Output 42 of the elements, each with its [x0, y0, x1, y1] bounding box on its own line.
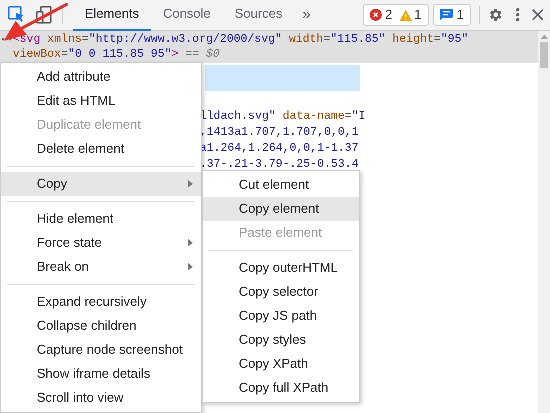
- inspect-icon[interactable]: [8, 6, 26, 24]
- close-icon[interactable]: [532, 9, 544, 21]
- context-menu-item[interactable]: Force state: [1, 231, 201, 255]
- context-menu-item[interactable]: Delete element: [1, 137, 201, 161]
- submenu-item[interactable]: Copy full XPath: [203, 376, 359, 400]
- more-tabs-button[interactable]: »: [294, 4, 319, 26]
- error-icon: [370, 9, 382, 21]
- submenu-item[interactable]: Cut element: [203, 173, 359, 197]
- submenu-item[interactable]: Copy XPath: [203, 352, 359, 376]
- context-menu-item[interactable]: Capture node screenshot: [1, 338, 201, 362]
- panel-tab[interactable]: Console: [151, 0, 223, 30]
- code-line: ,1413a1.707,1.707,0,0,1: [200, 126, 359, 139]
- settings-icon[interactable]: [488, 7, 504, 23]
- more-options-icon[interactable]: [516, 8, 520, 22]
- context-menu-item[interactable]: Scroll into view: [1, 386, 201, 410]
- context-menu-item[interactable]: Add attribute: [1, 65, 201, 89]
- code-line: a1.264,1.264,0,0,1-1.37: [200, 142, 359, 155]
- panel-tab[interactable]: Sources: [222, 0, 295, 30]
- context-menu-item[interactable]: Hide element: [1, 207, 201, 231]
- context-menu-item[interactable]: Collapse children: [1, 314, 201, 338]
- submenu-item[interactable]: Copy outerHTML: [203, 256, 359, 280]
- context-menu-item[interactable]: Edit as HTML: [1, 89, 201, 113]
- submenu-arrow-icon: [188, 239, 193, 247]
- context-menu-item[interactable]: Copy: [1, 172, 201, 196]
- warning-icon: [400, 10, 412, 20]
- submenu-item[interactable]: Copy selector: [203, 280, 359, 304]
- context-menu-item[interactable]: Break on: [1, 255, 201, 279]
- issues-counter[interactable]: 2 1: [363, 4, 429, 26]
- submenu-item[interactable]: Copy styles: [203, 328, 359, 352]
- device-toolbar-icon[interactable]: [36, 6, 52, 24]
- context-menu-item[interactable]: Show iframe details: [1, 362, 201, 386]
- code-line: lldach.svg" data-name="I: [200, 110, 366, 123]
- submenu-arrow-icon: [188, 263, 193, 271]
- scrollbar-thumb[interactable]: [540, 42, 548, 68]
- messages-counter[interactable]: 1: [432, 4, 471, 26]
- message-icon: [440, 9, 453, 21]
- submenu-item[interactable]: Copy element: [203, 197, 359, 221]
- submenu-arrow-icon: [188, 180, 193, 188]
- context-menu-item[interactable]: Expand recursively: [1, 290, 201, 314]
- submenu-item[interactable]: Copy JS path: [203, 304, 359, 328]
- code-line: .37-.21-3.79-.25-0.53.4: [200, 158, 359, 171]
- scrollbar[interactable]: [538, 31, 550, 413]
